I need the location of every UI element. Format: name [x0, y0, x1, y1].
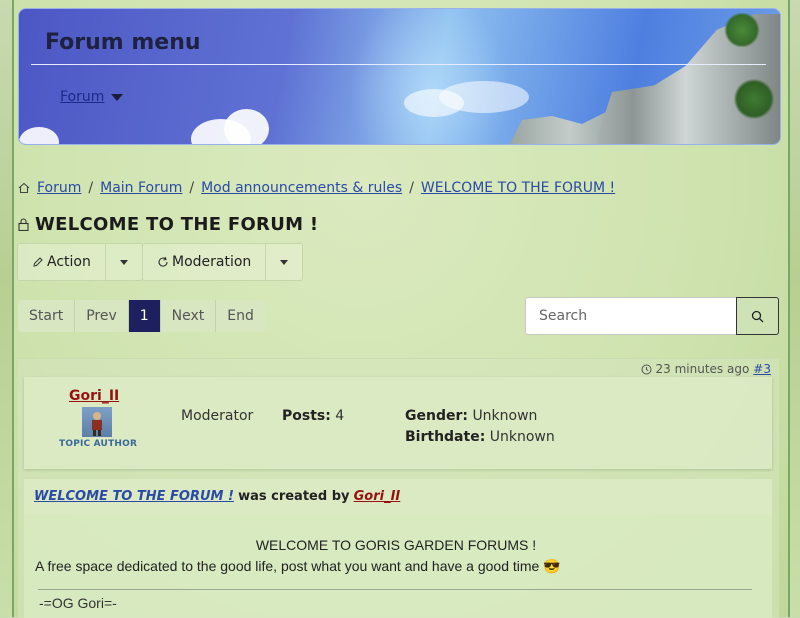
page-next[interactable]: Next — [160, 300, 217, 332]
page-title: WELCOME TO THE FORUM ! — [18, 214, 318, 235]
home-icon — [18, 182, 30, 194]
chevron-down-icon — [280, 259, 289, 265]
post-body: WELCOME TO GORIS GARDEN FORUMS ! A free … — [24, 515, 772, 618]
lock-icon — [18, 218, 29, 231]
moderation-button-group: Moderation — [142, 243, 304, 281]
banner-cloud — [19, 127, 59, 144]
birthdate-value: Unknown — [489, 429, 555, 445]
menu-divider — [31, 64, 766, 65]
moderation-button[interactable]: Moderation — [143, 244, 267, 280]
search-box — [525, 297, 779, 335]
banner-light — [349, 9, 509, 144]
breadcrumb-separator: / — [189, 180, 195, 196]
forum-menu-link[interactable]: Forum — [60, 89, 104, 105]
breadcrumb-separator: / — [409, 180, 414, 196]
banner-cloud — [224, 109, 269, 144]
birthdate-label: Birthdate: — [405, 429, 486, 445]
forum-menu-title: Forum menu — [45, 30, 201, 55]
banner-tree — [734, 79, 774, 119]
search-input[interactable] — [525, 297, 736, 335]
gender-label: Gender: — [405, 408, 468, 424]
author-role: Moderator — [181, 408, 254, 424]
action-label: Action — [47, 254, 91, 270]
created-user-link[interactable]: Gori_II — [354, 489, 401, 504]
search-button[interactable] — [736, 297, 779, 335]
header-banner — [18, 8, 781, 145]
pagination: Start Prev 1 Next End — [18, 300, 265, 332]
action-button-group: Action — [17, 243, 143, 281]
page-prev[interactable]: Prev — [75, 300, 129, 332]
author-birthdate: Birthdate: Unknown — [405, 429, 555, 445]
page-current[interactable]: 1 — [128, 300, 161, 332]
breadcrumb-topic[interactable]: WELCOME TO THE FORUM ! — [421, 180, 615, 196]
author-gender: Gender: Unknown — [405, 408, 537, 424]
author-name[interactable]: Gori_II — [69, 388, 119, 404]
signature-divider — [38, 589, 752, 590]
breadcrumb-forum[interactable]: Forum — [37, 180, 81, 196]
moderation-label: Moderation — [172, 254, 252, 270]
search-icon — [751, 310, 764, 322]
created-topic-link[interactable]: WELCOME TO THE FORUM ! — [34, 489, 234, 504]
avatar[interactable] — [82, 407, 112, 437]
banner-cloud — [439, 81, 529, 113]
post-permalink[interactable]: #3 — [753, 362, 771, 376]
refresh-icon — [158, 256, 168, 267]
created-by-text: was created by — [238, 489, 350, 504]
posts-label: Posts: — [282, 408, 331, 424]
page-end[interactable]: End — [216, 300, 265, 332]
author-card: Gori_II TOPIC AUTHOR Moderator Posts: 4 … — [24, 377, 772, 469]
banner-tree — [724, 13, 760, 47]
page-start[interactable]: Start — [18, 300, 76, 332]
post-meta: 23 minutes ago #3 — [641, 362, 771, 376]
breadcrumb-separator: / — [88, 180, 94, 196]
chevron-down-icon — [119, 259, 128, 265]
gender-value: Unknown — [472, 408, 538, 424]
author-posts: Posts: 4 — [282, 408, 344, 424]
topic-title: WELCOME TO THE FORUM ! — [35, 214, 319, 235]
post-headline: WELCOME TO GORIS GARDEN FORUMS ! — [255, 537, 537, 553]
author-tag: TOPIC AUTHOR — [59, 439, 138, 449]
moderation-dropdown-toggle[interactable] — [266, 244, 302, 280]
breadcrumb-main-forum[interactable]: Main Forum — [100, 180, 182, 196]
breadcrumb-mod-announcements[interactable]: Mod announcements & rules — [201, 180, 402, 196]
action-button[interactable]: Action — [18, 244, 106, 280]
post: 23 minutes ago #3 Gori_II TOPIC AUTHOR M… — [18, 358, 779, 618]
posts-value: 4 — [335, 408, 345, 424]
post-text: A free space dedicated to the good life,… — [35, 558, 561, 574]
breadcrumb: Forum / Main Forum / Mod announcements &… — [18, 180, 615, 196]
created-notice: WELCOME TO THE FORUM ! was created by Go… — [24, 479, 772, 515]
pencil-icon — [33, 257, 43, 267]
post-time: 23 minutes ago — [655, 362, 750, 376]
action-dropdown-toggle[interactable] — [106, 244, 142, 280]
chevron-down-icon[interactable] — [111, 94, 123, 101]
clock-icon — [641, 364, 651, 374]
created-text: WELCOME TO THE FORUM ! was created by Go… — [34, 489, 400, 504]
post-signature: -=OG Gori=- — [39, 595, 117, 611]
